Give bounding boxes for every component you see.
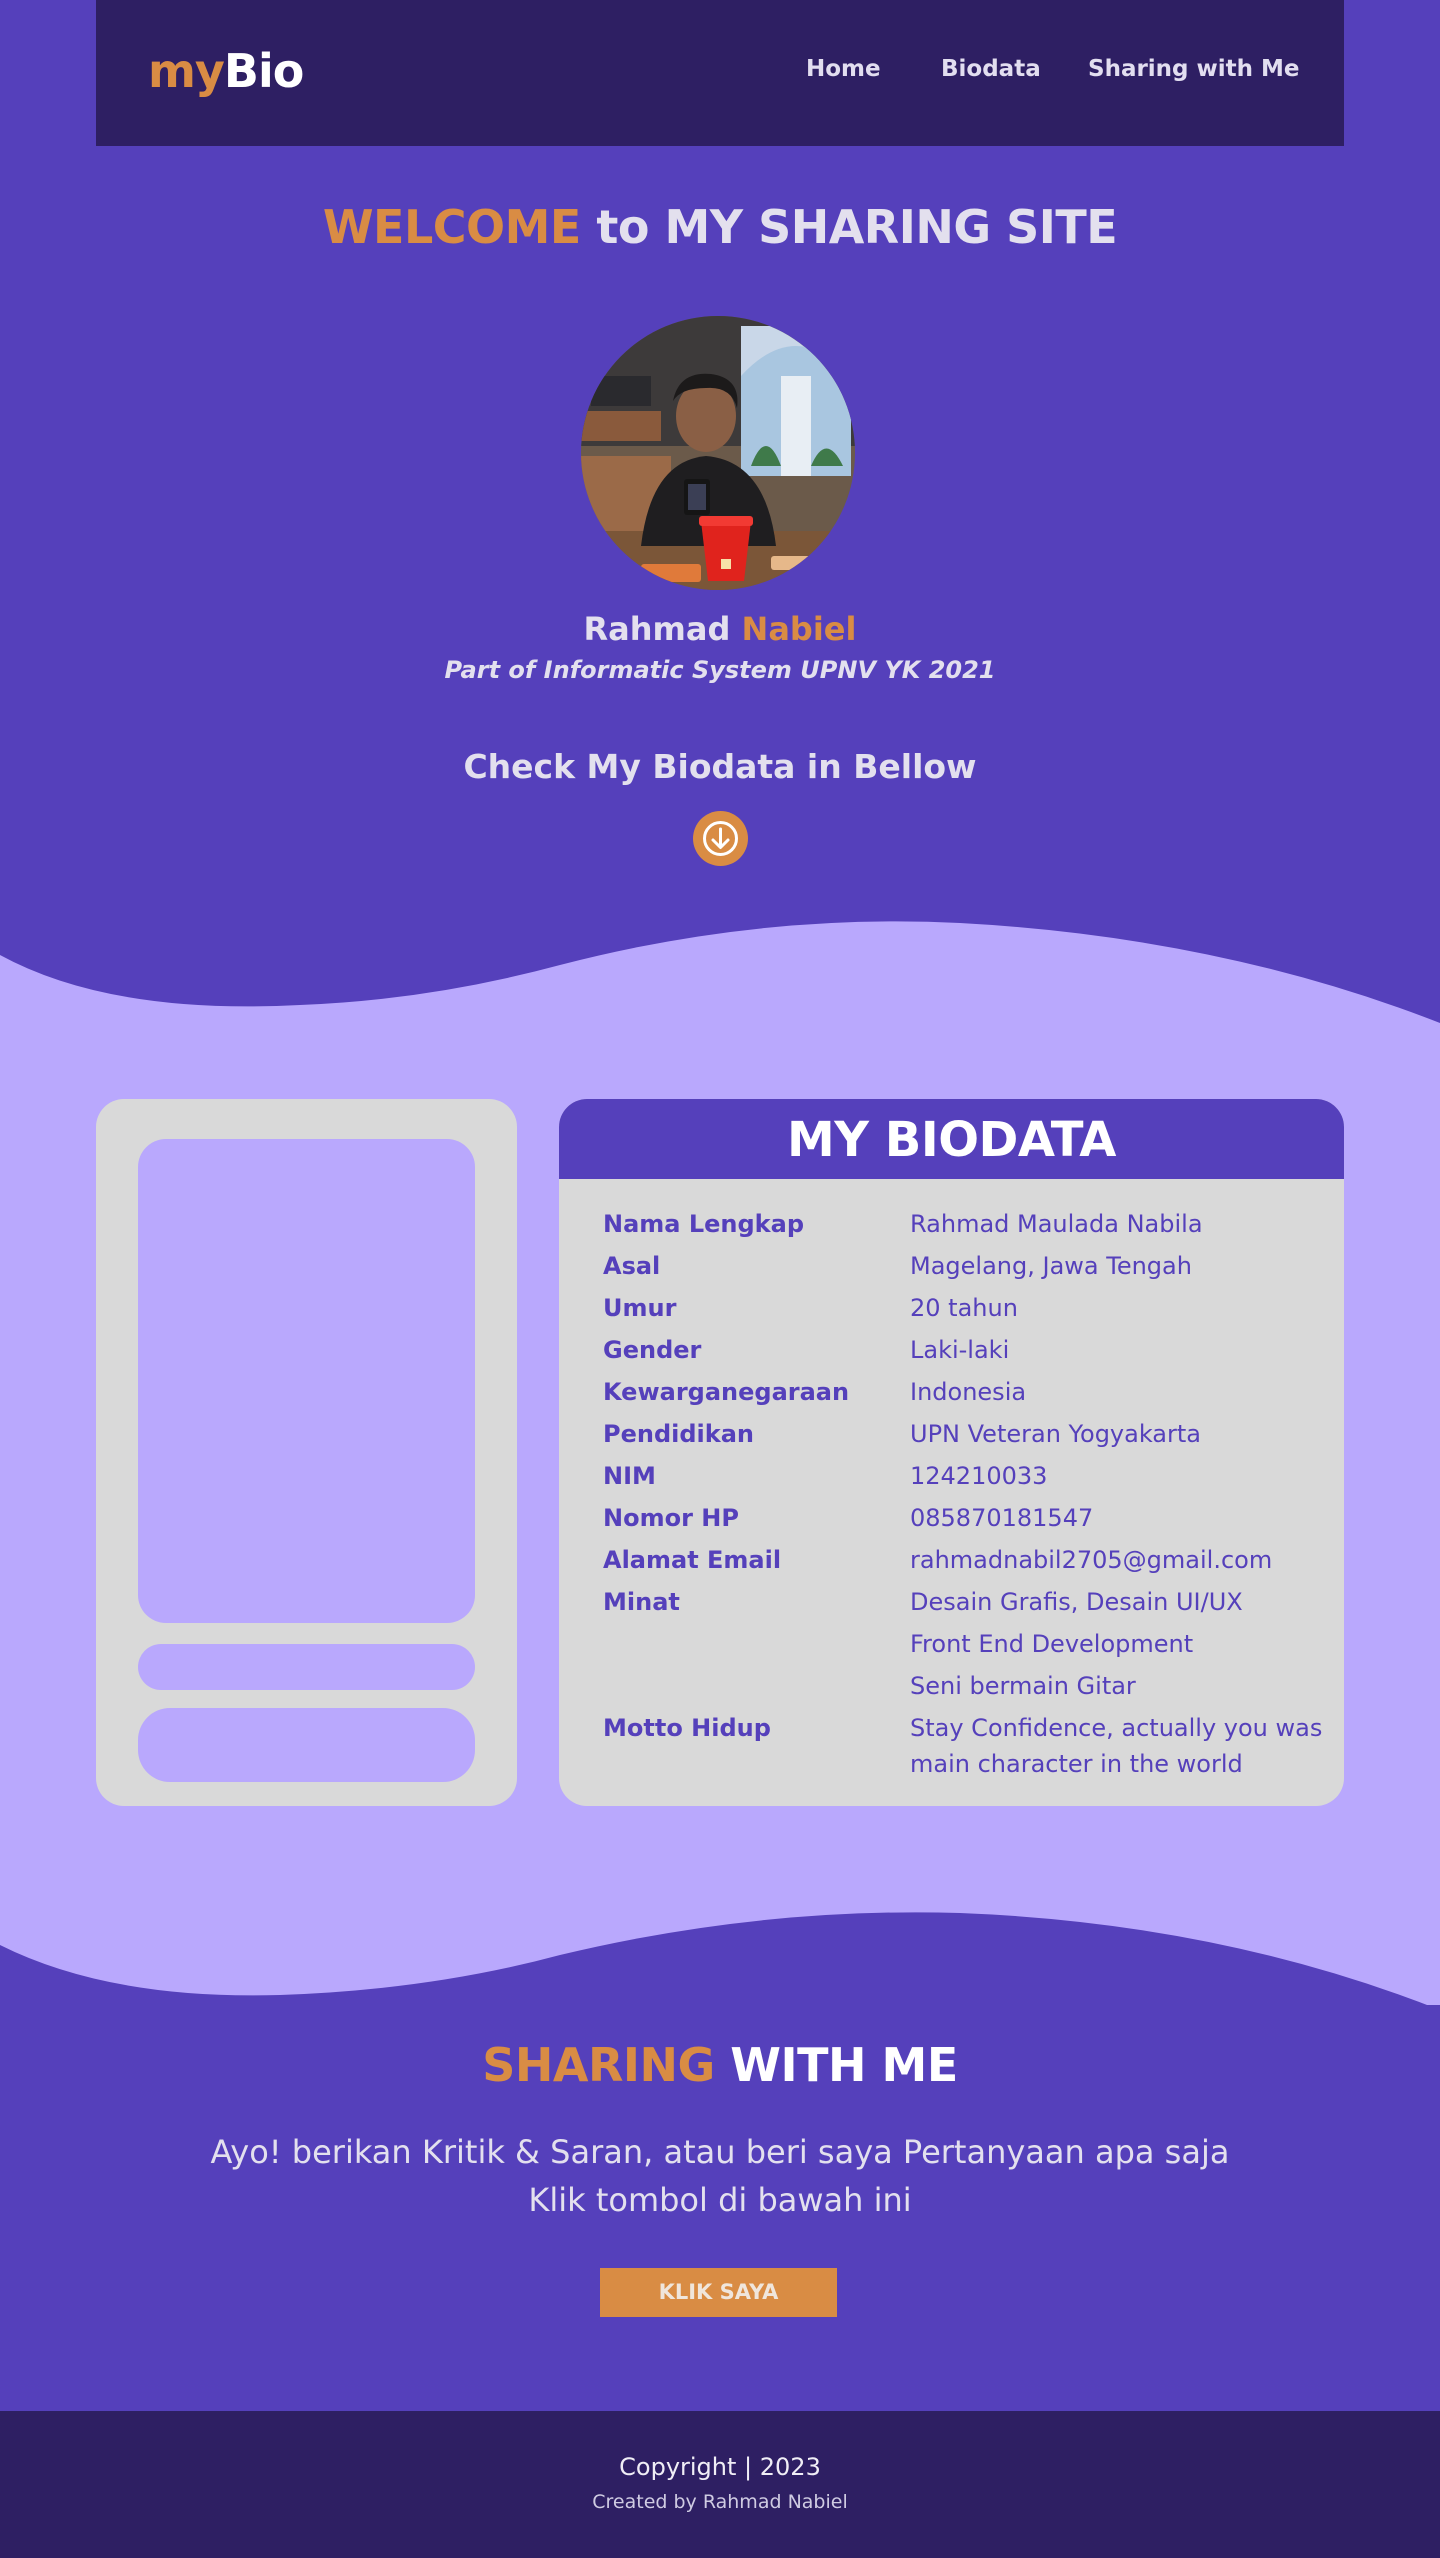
photo-button-bar xyxy=(138,1708,475,1782)
biodata-key: NIM xyxy=(603,1462,656,1490)
biodata-key: Gender xyxy=(603,1336,702,1364)
biodata-row: Alamat Email rahmadnabil2705@gmail.com xyxy=(603,1539,1323,1581)
biodata-row: Nomor HP 085870181547 xyxy=(603,1497,1323,1539)
biodata-value: Desain Grafis, Desain UI/UX xyxy=(910,1588,1243,1616)
biodata-key xyxy=(603,1623,910,1665)
biodata-card: MY BIODATA Nama Lengkap Rahmad Maulada Na… xyxy=(559,1099,1344,1806)
footer-credit: Created by Rahmad Nabiel xyxy=(592,2491,848,2513)
biodata-key: Kewarganegaraan xyxy=(603,1378,850,1406)
biodata-key: Pendidikan xyxy=(603,1420,755,1448)
sharing-title-accent: SHARING xyxy=(482,2038,715,2092)
logo[interactable]: myBio xyxy=(148,44,304,98)
biodata-title: MY BIODATA xyxy=(559,1099,1344,1179)
biodata-value: 124210033 xyxy=(910,1462,1048,1490)
photo-caption-bar xyxy=(138,1644,475,1690)
klik-saya-button[interactable]: KLIK SAYA xyxy=(600,2268,837,2317)
biodata-value: UPN Veteran Yogyakarta xyxy=(910,1420,1201,1448)
biodata-value: 20 tahun xyxy=(910,1294,1018,1322)
biodata-value: Indonesia xyxy=(910,1378,1027,1406)
biodata-row: Gender Laki-laki xyxy=(603,1329,1323,1371)
sharing-line2: Klik tombol di bawah ini xyxy=(528,2181,912,2219)
biodata-value: Laki-laki xyxy=(910,1336,1010,1364)
biodata-row: Asal Magelang, Jawa Tengah xyxy=(603,1245,1323,1287)
biodata-row: Umur 20 tahun xyxy=(603,1287,1323,1329)
sharing-title: SHARING WITH ME xyxy=(0,2038,1440,2092)
sharing-title-rest: WITH ME xyxy=(714,2038,958,2092)
person-name: Rahmad Nabiel xyxy=(0,610,1440,648)
person-first-name: Rahmad xyxy=(583,610,742,648)
nav-link-sharing[interactable]: Sharing with Me xyxy=(1088,56,1300,82)
footer-copyright: Copyright | 2023 xyxy=(619,2453,821,2481)
biodata-value: Rahmad Maulada Nabila xyxy=(910,1210,1203,1238)
biodata-value: Magelang, Jawa Tengah xyxy=(910,1252,1192,1280)
biodata-value: Front End Development xyxy=(910,1630,1194,1658)
page: myBio Home Biodata Sharing with Me WELCO… xyxy=(0,0,1440,2558)
logo-part2: Bio xyxy=(223,44,304,98)
biodata-value: Seni bermain Gitar xyxy=(910,1672,1136,1700)
biodata-row: Front End Development xyxy=(603,1623,1323,1665)
biodata-key: Nama Lengkap xyxy=(603,1210,805,1238)
logo-part1: my xyxy=(148,44,225,98)
biodata-value: rahmadnabil2705@gmail.com xyxy=(910,1546,1273,1574)
biodata-key: Minat xyxy=(603,1588,680,1616)
biodata-row: Kewarganegaraan Indonesia xyxy=(603,1371,1323,1413)
biodata-row: Pendidikan UPN Veteran Yogyakarta xyxy=(603,1413,1323,1455)
sharing-line1: Ayo! berikan Kritik & Saran, atau beri s… xyxy=(210,2133,1230,2171)
arrow-down-circle-icon[interactable] xyxy=(693,811,748,866)
hero-title-accent: WELCOME xyxy=(322,200,582,254)
photo-card xyxy=(96,1099,517,1806)
photo-placeholder xyxy=(138,1139,475,1623)
biodata-value: Stay Confidence, actually you was main c… xyxy=(910,1714,1323,1778)
biodata-key: Motto Hidup xyxy=(603,1714,771,1742)
biodata-key: Alamat Email xyxy=(603,1546,782,1574)
nav-link-biodata[interactable]: Biodata xyxy=(941,56,1041,82)
biodata-key xyxy=(603,1665,910,1707)
person-last-name: Nabiel xyxy=(741,610,857,648)
biodata-key: Umur xyxy=(603,1294,677,1322)
biodata-key: Asal xyxy=(603,1252,661,1280)
biodata-row: Nama Lengkap Rahmad Maulada Nabila xyxy=(603,1203,1323,1245)
biodata-value: 085870181547 xyxy=(910,1504,1094,1532)
person-subtitle: Part of Informatic System UPNV YK 2021 xyxy=(444,656,996,684)
nav-link-home[interactable]: Home xyxy=(806,56,881,82)
biodata-row: NIM 124210033 xyxy=(603,1455,1323,1497)
hero-title: WELCOME to MY SHARING SITE xyxy=(0,200,1440,254)
check-biodata-text: Check My Biodata in Bellow xyxy=(463,747,977,786)
biodata-row: Motto Hidup Stay Confidence, actually you… xyxy=(603,1707,1323,1785)
footer: Copyright | 2023 Created by Rahmad Nabie… xyxy=(0,2411,1440,2558)
navbar: myBio Home Biodata Sharing with Me xyxy=(96,0,1344,146)
profile-photo xyxy=(581,316,855,590)
sharing-text: Ayo! berikan Kritik & Saran, atau beri s… xyxy=(0,2128,1440,2224)
hero-title-rest: to MY SHARING SITE xyxy=(580,200,1118,254)
biodata-key: Nomor HP xyxy=(603,1504,739,1532)
biodata-table: Nama Lengkap Rahmad Maulada Nabila Asal Ma… xyxy=(603,1203,1323,1785)
biodata-row: Minat Desain Grafis, Desain UI/UX xyxy=(603,1581,1323,1623)
biodata-row: Seni bermain Gitar xyxy=(603,1665,1323,1707)
